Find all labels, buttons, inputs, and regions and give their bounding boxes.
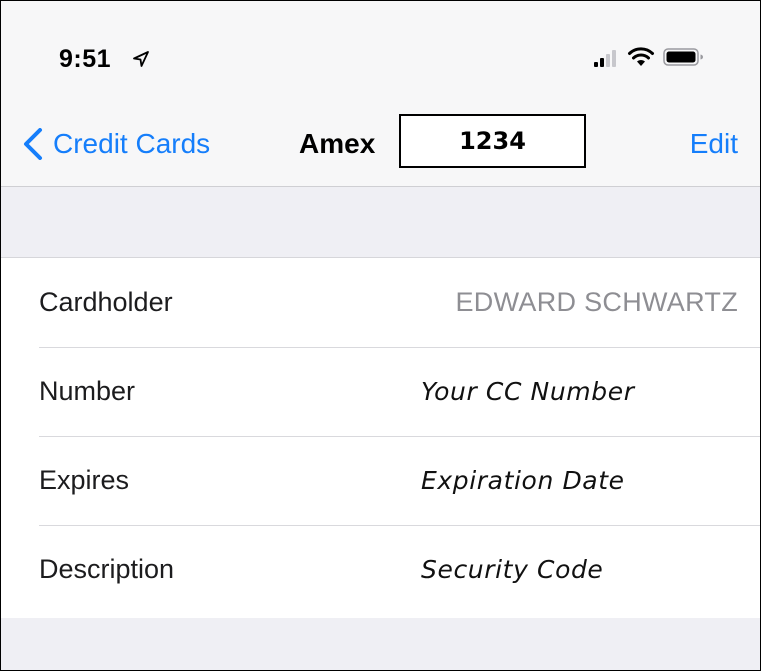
status-time: 9:51 <box>59 45 112 73</box>
back-button-label: Credit Cards <box>53 128 211 159</box>
row-value-annotation: Your CC Number <box>421 377 635 406</box>
row-label: Cardholder <box>39 287 173 317</box>
table-row-description[interactable]: Description Security Code <box>1 525 760 614</box>
table-row-cardholder[interactable]: Cardholder EDWARD SCHWARTZ <box>1 258 760 347</box>
battery-icon <box>663 48 703 66</box>
back-button[interactable]: Credit Cards <box>23 124 210 164</box>
redaction-overlay: 1234 <box>399 114 586 168</box>
location-arrow-icon <box>133 51 149 67</box>
group-spacer <box>1 187 760 257</box>
screenshot-frame: 9:51 Credit Cards Amex 1234 Edit Cardhol… <box>0 0 761 671</box>
card-details-table: Cardholder EDWARD SCHWARTZ Number Your C… <box>1 257 760 619</box>
row-label: Description <box>39 554 175 584</box>
bottom-group-spacer <box>1 618 760 670</box>
navigation-bar: Credit Cards Amex 1234 Edit <box>1 96 760 187</box>
row-label: Number <box>39 376 136 406</box>
edit-button[interactable]: Edit <box>690 128 738 160</box>
page-title: Amex <box>299 128 376 159</box>
table-row-number[interactable]: Number Your CC Number <box>1 347 760 436</box>
row-value: EDWARD SCHWARTZ <box>455 287 738 317</box>
status-bar: 9:51 <box>1 1 760 96</box>
cellular-signal-icon <box>594 50 616 67</box>
row-value-annotation: Expiration Date <box>421 466 625 495</box>
chevron-left-icon <box>24 128 42 160</box>
row-value-annotation: Security Code <box>421 555 604 584</box>
table-row-expires[interactable]: Expires Expiration Date <box>1 436 760 525</box>
wifi-icon <box>628 47 654 66</box>
row-label: Expires <box>39 465 130 495</box>
